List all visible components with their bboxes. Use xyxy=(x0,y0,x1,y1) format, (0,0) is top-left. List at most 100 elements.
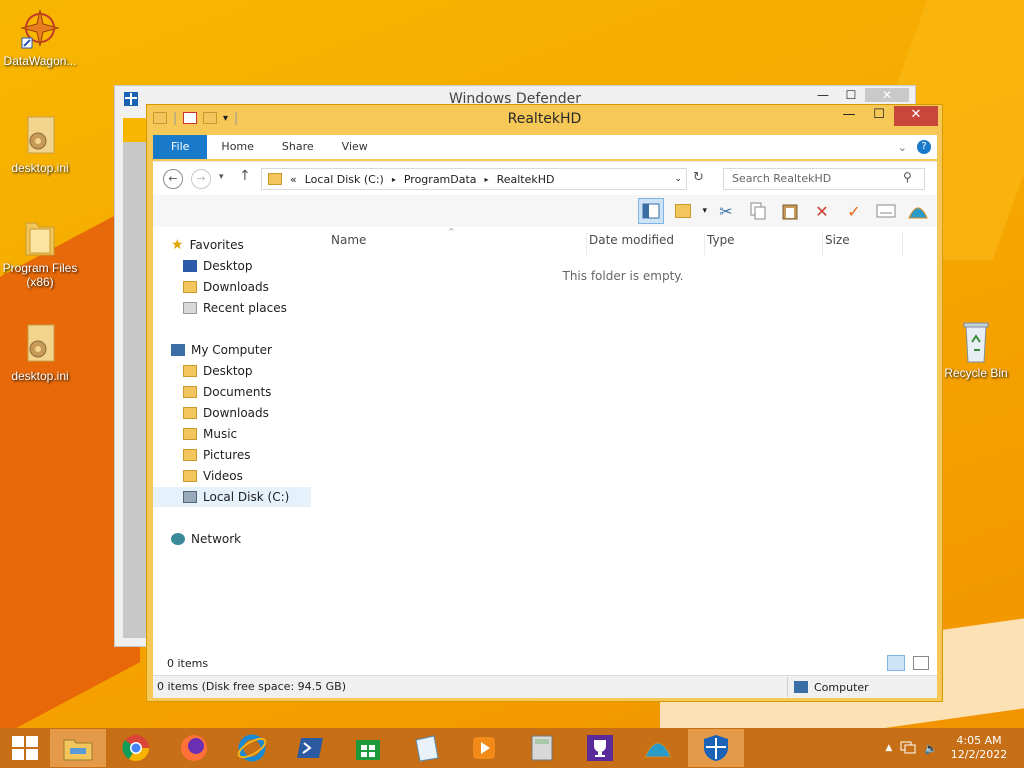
maximize-button[interactable]: ☐ xyxy=(864,106,894,126)
breadcrumb-programdata[interactable]: ProgramData xyxy=(404,173,477,186)
show-hidden-icons-icon[interactable]: ▲ xyxy=(885,743,892,753)
nav-my-computer[interactable]: My Computer xyxy=(171,340,272,360)
nav-comp-downloads[interactable]: Downloads xyxy=(183,403,269,423)
tab-view[interactable]: View xyxy=(328,135,382,159)
taskbar-internet-explorer[interactable] xyxy=(224,729,280,767)
datawagon-icon xyxy=(20,8,60,52)
expand-ribbon-icon[interactable]: ⌄ xyxy=(898,141,907,154)
taskbar-windows-defender[interactable] xyxy=(688,729,744,767)
clock[interactable]: 4:05 AM 12/2/2022 xyxy=(946,734,1012,762)
cut-icon[interactable]: ✂ xyxy=(713,198,739,224)
taskbar-calculator[interactable] xyxy=(514,729,570,767)
back-button[interactable]: ← xyxy=(163,169,183,189)
taskbar-file-explorer[interactable] xyxy=(50,729,106,767)
nav-favorites[interactable]: ★ Favorites xyxy=(171,235,244,255)
nav-fav-recent[interactable]: Recent places xyxy=(183,298,287,318)
clock-time: 4:05 AM xyxy=(956,734,1002,747)
column-name[interactable]: Name xyxy=(329,233,587,255)
properties-icon[interactable] xyxy=(873,198,899,224)
help-icon[interactable]: ? xyxy=(917,140,931,154)
nav-network[interactable]: Network xyxy=(171,529,241,549)
tab-file[interactable]: File xyxy=(153,135,208,159)
network-status-icon[interactable] xyxy=(900,740,916,757)
command-toolbar: ▾ ✂ ✕ ✓ xyxy=(153,195,937,227)
sort-indicator-icon: ^ xyxy=(448,227,455,236)
delete-icon[interactable]: ✕ xyxy=(809,198,835,224)
breadcrumb-realtekhd[interactable]: RealtekHD xyxy=(497,173,555,186)
search-icon: ⚲ xyxy=(903,170,912,184)
defender-maximize-button[interactable]: ☐ xyxy=(837,88,865,102)
folder-options-icon[interactable] xyxy=(670,198,696,224)
defender-minimize-button[interactable]: — xyxy=(809,88,837,102)
store-icon xyxy=(356,740,380,760)
taskbar-powershell[interactable] xyxy=(282,729,338,767)
desktop-icon-program-files[interactable]: Program Files (x86) xyxy=(0,215,80,289)
desktop-icon-desktop-ini-1[interactable]: desktop.ini xyxy=(0,115,80,175)
settings-file-icon xyxy=(20,323,60,367)
tab-home[interactable]: Home xyxy=(207,135,267,159)
nav-comp-desktop[interactable]: Desktop xyxy=(183,361,253,381)
tab-share[interactable]: Share xyxy=(268,135,328,159)
trophy-icon xyxy=(587,735,613,761)
copy-icon[interactable] xyxy=(745,198,771,224)
breadcrumb-local-disk[interactable]: Local Disk (C:) xyxy=(305,173,384,186)
taskbar-shell-app[interactable] xyxy=(630,729,686,767)
defender-close-button[interactable]: ✕ xyxy=(865,88,909,102)
close-button[interactable]: ✕ xyxy=(894,106,938,126)
status-free-space: 0 items (Disk free space: 94.5 GB) xyxy=(157,680,346,693)
chevron-right-icon[interactable]: ▸ xyxy=(392,175,396,184)
nav-comp-local-disk[interactable]: Local Disk (C:) xyxy=(153,487,311,507)
defender-shield-icon xyxy=(124,92,138,106)
details-view-icon[interactable] xyxy=(887,655,905,671)
desktop-icon-desktop-ini-2[interactable]: desktop.ini xyxy=(0,323,80,383)
explorer-titlebar[interactable]: | ▾ | RealtekHD — ☐ ✕ xyxy=(147,105,942,133)
forward-button[interactable]: → xyxy=(191,169,211,189)
taskbar-media-player[interactable] xyxy=(456,729,512,767)
nav-fav-desktop[interactable]: Desktop xyxy=(183,256,253,276)
checkmark-icon[interactable]: ✓ xyxy=(841,198,867,224)
large-icons-view-icon[interactable] xyxy=(913,656,929,670)
up-button[interactable]: ↑ xyxy=(239,168,251,184)
windows-logo-icon xyxy=(12,736,38,760)
chevron-right-icon[interactable]: ▸ xyxy=(485,175,489,184)
taskbar-trophy-app[interactable] xyxy=(572,729,628,767)
settings-file-icon xyxy=(20,115,60,159)
column-date-modified[interactable]: Date modified xyxy=(587,233,705,255)
desktop-icon-recycle-bin[interactable]: Recycle Bin xyxy=(936,320,1016,380)
paste-icon[interactable] xyxy=(777,198,803,224)
column-size[interactable]: Size xyxy=(823,233,903,255)
taskbar-chrome[interactable] xyxy=(108,729,164,767)
nav-comp-documents[interactable]: Documents xyxy=(183,382,271,402)
nav-comp-pictures[interactable]: Pictures xyxy=(183,445,251,465)
refresh-icon[interactable]: ↻ xyxy=(693,170,704,185)
start-button[interactable] xyxy=(0,728,50,768)
shell-icon[interactable] xyxy=(905,198,931,224)
recent-locations-icon[interactable]: ▾ xyxy=(219,172,224,182)
empty-folder-text: This folder is empty. xyxy=(562,269,684,283)
defender-shield-icon xyxy=(704,735,728,761)
minimize-button[interactable]: — xyxy=(834,106,864,126)
clock-date: 12/2/2022 xyxy=(950,748,1008,761)
search-input[interactable]: Search RealtekHD xyxy=(723,168,925,190)
explorer-window[interactable]: | ▾ | RealtekHD — ☐ ✕ File Home Share Vi… xyxy=(146,104,943,702)
desktop-icon-datawagon[interactable]: DataWagon... xyxy=(0,8,80,68)
taskbar-notepad[interactable] xyxy=(398,729,454,767)
folder-icon xyxy=(183,407,197,419)
breadcrumb-overflow[interactable]: « xyxy=(290,173,297,186)
navigation-pane: ★ Favorites Desktop Downloads Recent plac… xyxy=(153,227,311,673)
status-computer: Computer xyxy=(814,680,869,694)
taskbar-store[interactable] xyxy=(340,729,396,767)
nav-fav-downloads[interactable]: Downloads xyxy=(183,277,269,297)
drive-icon xyxy=(183,491,197,503)
preview-pane-icon[interactable] xyxy=(638,198,665,224)
column-type[interactable]: Type xyxy=(705,233,823,255)
internet-explorer-icon xyxy=(237,734,267,762)
taskbar-firefox[interactable] xyxy=(166,729,222,767)
column-headers: Name Date modified Type Size xyxy=(329,233,929,255)
address-bar[interactable]: « Local Disk (C:) ▸ ProgramData ▸ Realte… xyxy=(261,168,687,190)
chevron-down-icon[interactable]: ▾ xyxy=(702,206,707,216)
volume-icon[interactable]: 🔈 xyxy=(924,742,938,755)
nav-comp-music[interactable]: Music xyxy=(183,424,237,444)
nav-comp-videos[interactable]: Videos xyxy=(183,466,243,486)
address-dropdown-icon[interactable]: ⌄ xyxy=(674,174,682,184)
